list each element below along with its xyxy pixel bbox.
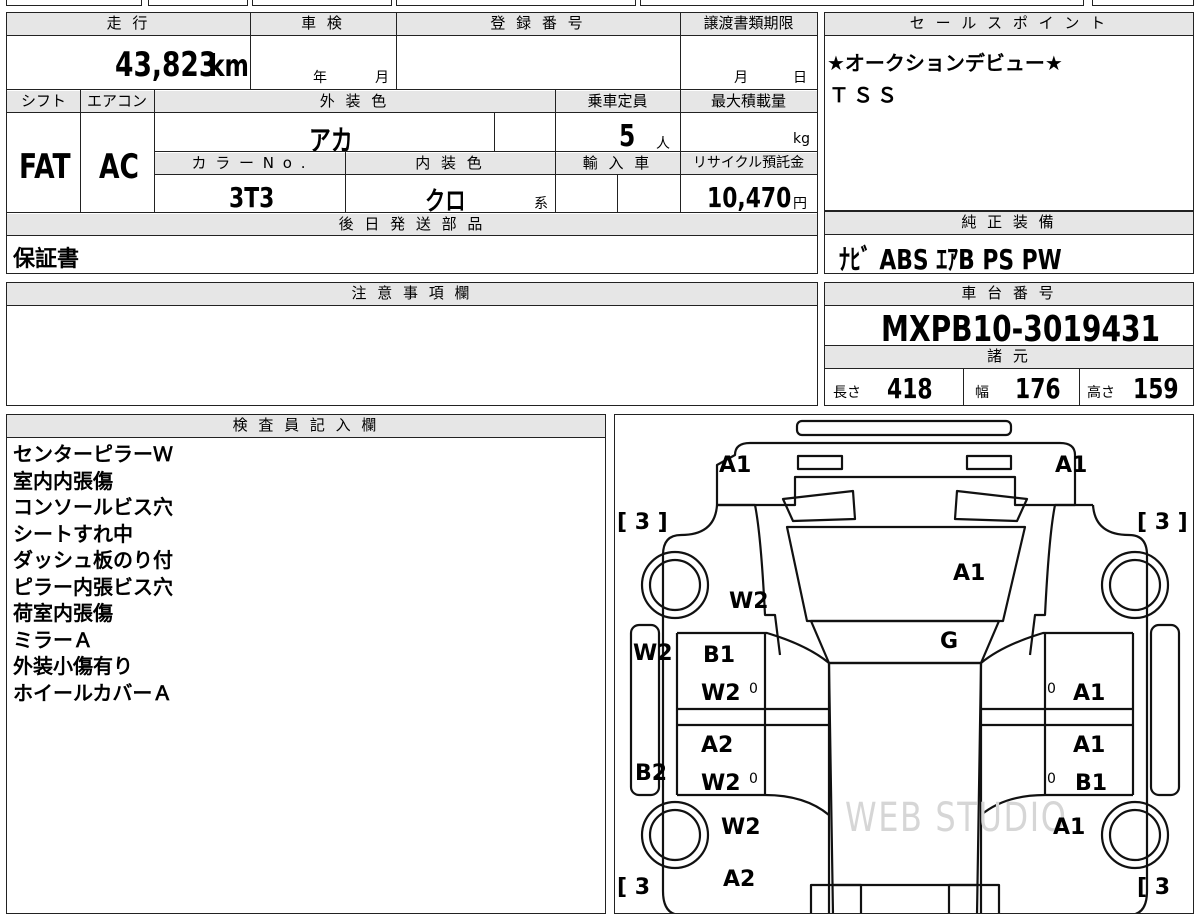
tread-right-bottom: [ 3 [1137,875,1171,900]
recycle-unit: 円 [793,196,807,212]
note-line: ピラー内張ビス穴 [13,574,173,599]
capacity-unit: 人 [656,136,670,152]
tread-right-top: [ 3 ] [1137,510,1188,535]
equipment-box: 純 正 装 備 ﾅﾋﾞ ABS ｴｱB PS PW [824,211,1194,276]
recycle-label: リサイクル預託金 [680,153,817,175]
tread-left-top: [ 3 ] [617,510,668,535]
ac-value: AC [99,147,139,187]
sales-point-box: セ ー ル ス ポ イ ン ト ★オークションデビュー★ ＴＳＳ [824,12,1194,211]
top-strip [252,0,392,6]
note-line: センターピラーＷ [13,442,173,466]
mileage-label: 走 行 [7,13,250,35]
label-w2-left-side: W2 [633,641,673,666]
note-line: 室内内張傷 [13,468,113,493]
maxload-label: 最大積載量 [680,91,817,113]
label-b1-right-rear-door: B1 [1075,771,1108,796]
inspection-month: 月 [375,70,389,86]
shift-value: FAT [19,147,71,187]
top-strip [396,0,636,6]
note-line: シートすれ中 [13,521,133,546]
inspector-label: 検 査 員 記 入 欄 [7,415,605,437]
label-a1-right-front-door: A1 [1073,681,1106,706]
later-value: 保証書 [13,247,80,272]
label-zero: 0 [749,681,758,697]
note-line: 外装小傷有り [13,654,133,678]
note-line: ミラーＡ [13,627,93,652]
caution-box: 注 意 事 項 欄 [6,282,818,406]
height-label: 高さ [1087,385,1115,401]
label-a1-hood: A1 [953,561,986,586]
exterior-label: 外 装 色 [154,91,555,113]
spec-label: 諸 元 [825,346,1193,368]
ac-label: エアコン [80,91,154,113]
top-strip [1092,0,1194,6]
interior-suffix: 系 [534,196,548,212]
label-b2-left-side: B2 [635,761,668,786]
chassis-label: 車 台 番 号 [825,283,1193,305]
later-label: 後 日 発 送 部 品 [7,214,817,236]
top-strip [6,0,142,6]
sales-point-line-2: ＴＳＳ [829,83,901,107]
label-w2-rear-door: W2 [701,771,741,796]
label-g-windshield: G [940,629,959,654]
damage-map-box: WEB STUDIO [ 3 ] [ 3 ] [ 3 [ 3 A1 A1 A1 … [614,414,1194,914]
transfer-label: 譲渡書類期限 [680,13,817,35]
chassis-box: 車 台 番 号 MXPB10-3019431 諸 元 長さ 418 幅 176 … [824,282,1194,406]
top-strip [148,0,248,6]
note-line: ホイールカバーＡ [13,680,173,705]
label-a2-rear: A2 [723,867,756,892]
capacity-value: 5 [619,119,636,154]
equipment-value: ﾅﾋﾞ ABS ｴｱB PS PW [839,243,1062,276]
label-a1-rear-right: A1 [1053,815,1086,840]
sales-point-label: セ ー ル ス ポ イ ン ト [825,13,1193,35]
sales-point-line-1: ★オークションデビュー★ [827,51,1063,75]
capacity-label: 乗車定員 [555,91,680,113]
color-no-label: カ ラ ー N o . [154,153,345,175]
chassis-number: MXPB10-3019431 [881,309,1161,350]
mileage-number: 43,823 [115,45,218,85]
inspection-year: 年 [313,70,327,86]
color-no-value: 3T3 [229,181,275,214]
top-strip [640,0,1084,6]
label-zero: 0 [1047,771,1056,787]
label-a1-front-right: A1 [1055,453,1088,478]
label-zero: 0 [749,771,758,787]
label-a1-right-rear-door: A1 [1073,733,1106,758]
width-label: 幅 [975,385,989,401]
label-a2-rear-door: A2 [701,733,734,758]
inspection-label: 車 検 [250,13,396,35]
mileage-unit: km [209,49,249,84]
label-zero: 0 [1047,681,1056,697]
transfer-month: 月 [734,70,748,86]
length-value: 418 [887,372,933,405]
label-w2-rear-fender: W2 [721,815,761,840]
length-label: 長さ [833,385,861,401]
maxload-unit: kg [793,131,810,147]
caution-label: 注 意 事 項 欄 [7,283,817,305]
label-b1-front-door: B1 [703,643,736,668]
equipment-label: 純 正 装 備 [825,212,1193,234]
height-value: 159 [1133,372,1179,405]
note-line: 荷室内張傷 [13,601,113,625]
label-w2-front-fender: W2 [729,589,769,614]
label-a1-front-left: A1 [719,453,752,478]
inspector-notes-box: 検 査 員 記 入 欄 センターピラーＷ 室内内張傷 コンソールビス穴 シートす… [6,414,606,914]
interior-label: 内 装 色 [345,153,555,175]
width-value: 176 [1015,372,1061,405]
registration-label: 登 録 番 号 [396,13,680,35]
import-label: 輸 入 車 [555,153,680,175]
note-line: ダッシュ板のり付 [13,548,173,572]
watermark: WEB STUDIO [845,795,1068,841]
note-line: コンソールビス穴 [13,495,173,519]
label-w2-front-door: W2 [701,681,741,706]
vehicle-info-table: 走 行 車 検 登 録 番 号 譲渡書類期限 43,823 km 年 月 月 日… [6,12,818,274]
inspector-notes-list: センターピラーＷ 室内内張傷 コンソールビス穴 シートすれ中 ダッシュ板のり付 … [13,441,173,706]
transfer-day: 日 [793,70,807,86]
tread-left-bottom: [ 3 [617,875,651,900]
shift-label: シフト [7,91,80,113]
